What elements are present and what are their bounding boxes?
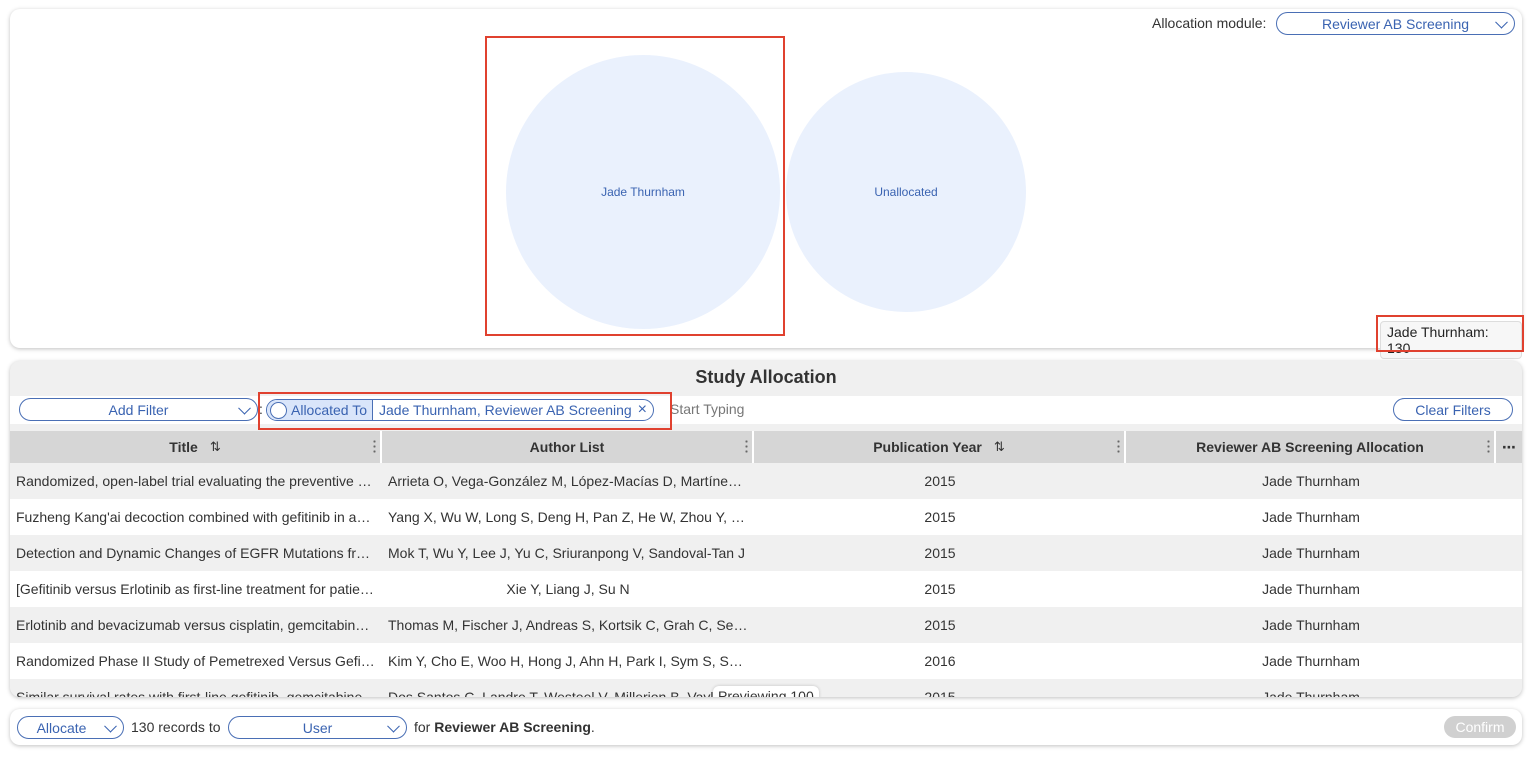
table-row[interactable]: Erlotinib and bevacizumab versus cisplat… — [10, 607, 1522, 643]
highlight-box-filter — [258, 392, 672, 430]
column-menu-icon[interactable] — [373, 439, 376, 453]
target-select[interactable]: User — [228, 716, 407, 739]
study-allocation-panel: Study Allocation Add Filter : Allocated … — [10, 361, 1522, 697]
chevron-down-icon — [387, 719, 400, 733]
table-row[interactable]: Detection and Dynamic Changes of EGFR Mu… — [10, 535, 1522, 571]
bubble-label: Unallocated — [874, 185, 938, 199]
action-select[interactable]: Allocate — [17, 716, 124, 739]
clear-filters-button[interactable]: Clear Filters — [1393, 398, 1513, 421]
study-allocation-title: Study Allocation — [695, 367, 837, 387]
allocation-module-value: Reviewer AB Screening — [1321, 15, 1470, 32]
filter-search-input[interactable]: Start Typing — [670, 401, 744, 417]
highlight-box-tooltip — [1376, 315, 1524, 352]
column-header-publication-year[interactable]: Publication Year ⇅ — [754, 431, 1126, 463]
column-menu-icon[interactable] — [745, 439, 748, 453]
chevron-down-icon — [238, 401, 251, 415]
allocation-bubble-panel: Allocation module: Reviewer AB Screening… — [10, 9, 1524, 359]
action-select-value: Allocate — [36, 719, 87, 736]
confirm-button[interactable]: Confirm — [1444, 716, 1516, 738]
chevron-down-icon — [104, 719, 117, 733]
sort-icon[interactable]: ⇅ — [994, 439, 1005, 455]
target-select-value: User — [302, 719, 333, 736]
column-menu-icon[interactable] — [1487, 439, 1490, 453]
clear-filters-label: Clear Filters — [1415, 401, 1491, 418]
column-header-title[interactable]: Title ⇅ — [10, 431, 382, 463]
chevron-down-icon — [1495, 15, 1508, 29]
column-header-allocation[interactable]: Reviewer AB Screening Allocation — [1126, 431, 1496, 463]
module-name: Reviewer AB Screening — [434, 719, 591, 735]
column-header-author-list[interactable]: Author List — [382, 431, 754, 463]
for-module-text: for Reviewer AB Screening. — [414, 719, 595, 735]
add-filter-label: Add Filter — [108, 401, 169, 418]
table-header: Title ⇅ Author List Publication Year ⇅ R… — [10, 431, 1522, 463]
allocation-action-bar: Allocate 130 records to User for Reviewe… — [10, 709, 1522, 745]
sort-icon[interactable]: ⇅ — [210, 439, 221, 455]
column-menu-icon[interactable] — [1117, 439, 1120, 453]
table-row[interactable]: Randomized Phase II Study of Pemetrexed … — [10, 643, 1522, 679]
table-row[interactable]: [Gefitinib versus Erlotinib as first-lin… — [10, 571, 1522, 607]
add-filter-select[interactable]: Add Filter — [19, 398, 258, 421]
filter-bar: Add Filter : Allocated To Jade Thurnham,… — [10, 396, 1522, 424]
table-row[interactable]: Fuzheng Kang'ai decoction combined with … — [10, 499, 1522, 535]
record-count-text: 130 records to — [131, 719, 221, 735]
more-columns-icon[interactable]: ⋯ — [1496, 431, 1522, 463]
bubble-unallocated[interactable]: Unallocated — [786, 72, 1026, 312]
study-table: Title ⇅ Author List Publication Year ⇅ R… — [10, 431, 1522, 697]
table-row[interactable]: Randomized, open-label trial evaluating … — [10, 463, 1522, 499]
allocation-module-label: Allocation module: — [1152, 15, 1267, 31]
preview-count-badge: Previewing 100 — [713, 686, 819, 697]
highlight-box-bubble — [485, 36, 785, 336]
allocation-module-select[interactable]: Reviewer AB Screening — [1276, 12, 1515, 35]
